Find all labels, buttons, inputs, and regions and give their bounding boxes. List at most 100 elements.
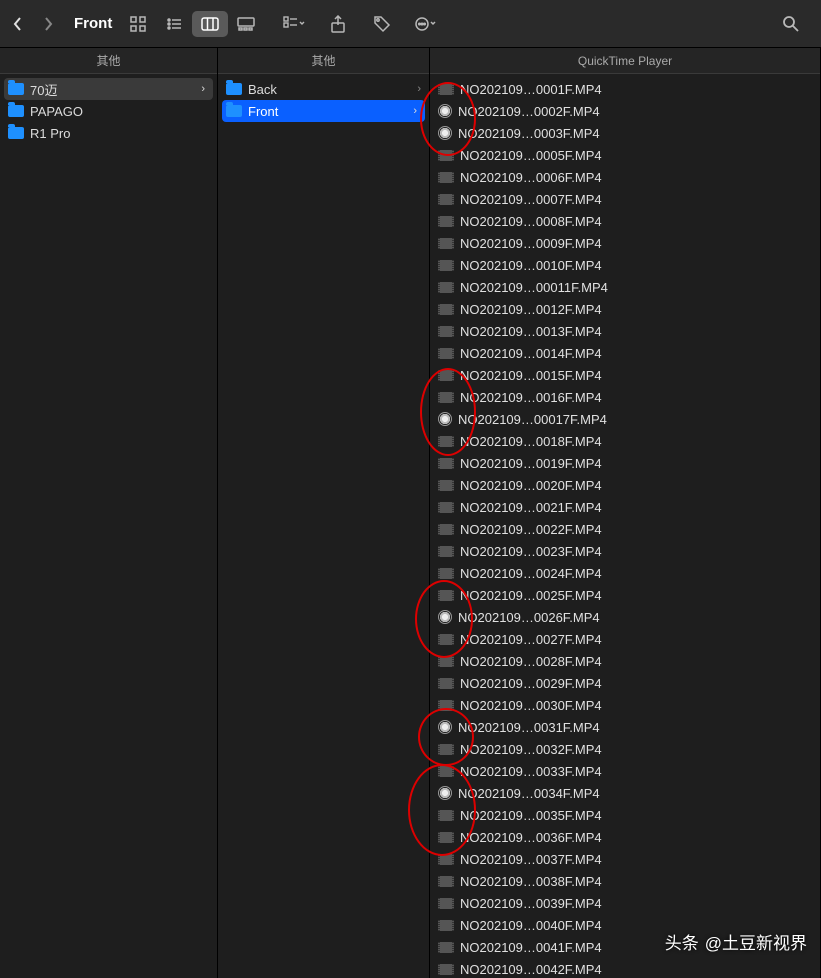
file-item[interactable]: NO202109…0030F.MP4 <box>430 694 820 716</box>
file-item[interactable]: NO202109…0008F.MP4 <box>430 210 820 232</box>
file-item[interactable]: NO202109…0020F.MP4 <box>430 474 820 496</box>
quicktime-icon <box>438 412 452 426</box>
video-icon <box>438 282 454 293</box>
quicktime-icon <box>438 786 452 800</box>
video-icon <box>438 238 454 249</box>
file-item[interactable]: NO202109…0006F.MP4 <box>430 166 820 188</box>
file-label: NO202109…0038F.MP4 <box>460 874 812 889</box>
column-browser: 其他 70迈›PAPAGOR1 Pro 其他 Back›Front› Quick… <box>0 48 821 978</box>
folder-item[interactable]: 70迈› <box>4 78 213 100</box>
forward-button[interactable] <box>38 14 58 34</box>
file-item[interactable]: NO202109…0005F.MP4 <box>430 144 820 166</box>
column-2-list[interactable]: Back › Front› <box>218 74 429 978</box>
file-label: NO202109…00011F.MP4 <box>460 280 812 295</box>
icon-view-button[interactable] <box>120 11 156 37</box>
video-icon <box>438 458 454 469</box>
file-label: NO202109…00017F.MP4 <box>458 412 812 427</box>
file-item[interactable]: NO202109…0038F.MP4 <box>430 870 820 892</box>
file-label: NO202109…0009F.MP4 <box>460 236 812 251</box>
file-item[interactable]: NO202109…0024F.MP4 <box>430 562 820 584</box>
file-item[interactable]: NO202109…0019F.MP4 <box>430 452 820 474</box>
folder-item[interactable]: Front› <box>222 100 425 122</box>
folder-label: PAPAGO <box>30 104 209 119</box>
folder-label: Back <box>248 82 411 97</box>
file-item[interactable]: NO202109…0013F.MP4 <box>430 320 820 342</box>
file-label: NO202109…0014F.MP4 <box>460 346 812 361</box>
file-item[interactable]: NO202109…00017F.MP4 <box>430 408 820 430</box>
back-button[interactable] <box>8 14 28 34</box>
folder-item[interactable]: R1 Pro <box>0 122 217 144</box>
share-button[interactable] <box>322 10 354 38</box>
file-item[interactable]: NO202109…0027F.MP4 <box>430 628 820 650</box>
video-icon <box>438 920 454 931</box>
actions-button[interactable] <box>410 10 442 38</box>
video-icon <box>438 392 454 403</box>
column-view-button[interactable] <box>192 11 228 37</box>
file-item[interactable]: NO202109…0036F.MP4 <box>430 826 820 848</box>
file-label: NO202109…0019F.MP4 <box>460 456 812 471</box>
file-item[interactable]: NO202109…00011F.MP4 <box>430 276 820 298</box>
list-view-button[interactable] <box>156 11 192 37</box>
file-item[interactable]: NO202109…0041F.MP4 <box>430 936 820 958</box>
video-icon <box>438 370 454 381</box>
file-label: NO202109…0023F.MP4 <box>460 544 812 559</box>
video-icon <box>438 876 454 887</box>
file-item[interactable]: NO202109…0023F.MP4 <box>430 540 820 562</box>
file-item[interactable]: NO202109…0029F.MP4 <box>430 672 820 694</box>
file-item[interactable]: NO202109…0021F.MP4 <box>430 496 820 518</box>
file-item[interactable]: NO202109…0018F.MP4 <box>430 430 820 452</box>
file-label: NO202109…0024F.MP4 <box>460 566 812 581</box>
file-item[interactable]: NO202109…0012F.MP4 <box>430 298 820 320</box>
file-item[interactable]: NO202109…0003F.MP4 <box>430 122 820 144</box>
file-item[interactable]: NO202109…0031F.MP4 <box>430 716 820 738</box>
file-item[interactable]: NO202109…0014F.MP4 <box>430 342 820 364</box>
folder-item[interactable]: Back › <box>218 78 429 100</box>
video-icon <box>438 942 454 953</box>
file-item[interactable]: NO202109…0015F.MP4 <box>430 364 820 386</box>
video-icon <box>438 832 454 843</box>
file-item[interactable]: NO202109…0009F.MP4 <box>430 232 820 254</box>
file-label: NO202109…0025F.MP4 <box>460 588 812 603</box>
video-icon <box>438 260 454 271</box>
column-3-list[interactable]: NO202109…0001F.MP4 NO202109…0002F.MP4 NO20… <box>430 74 820 978</box>
file-label: NO202109…0029F.MP4 <box>460 676 812 691</box>
search-button[interactable] <box>775 10 807 38</box>
gallery-view-button[interactable] <box>228 11 264 37</box>
file-item[interactable]: NO202109…0039F.MP4 <box>430 892 820 914</box>
file-label: NO202109…0002F.MP4 <box>458 104 812 119</box>
chevron-right-icon: › <box>201 83 205 95</box>
file-label: NO202109…0028F.MP4 <box>460 654 812 669</box>
file-item[interactable]: NO202109…0037F.MP4 <box>430 848 820 870</box>
file-item[interactable]: NO202109…0028F.MP4 <box>430 650 820 672</box>
file-item[interactable]: NO202109…0025F.MP4 <box>430 584 820 606</box>
file-item[interactable]: NO202109…0001F.MP4 <box>430 78 820 100</box>
file-item[interactable]: NO202109…0032F.MP4 <box>430 738 820 760</box>
file-label: NO202109…0012F.MP4 <box>460 302 812 317</box>
file-label: NO202109…0037F.MP4 <box>460 852 812 867</box>
file-item[interactable]: NO202109…0002F.MP4 <box>430 100 820 122</box>
column-1-list[interactable]: 70迈› PAPAGO R1 Pro <box>0 74 217 978</box>
chevron-right-icon: › <box>417 83 421 95</box>
file-item[interactable]: NO202109…0026F.MP4 <box>430 606 820 628</box>
file-item[interactable]: NO202109…0033F.MP4 <box>430 760 820 782</box>
video-icon <box>438 700 454 711</box>
file-item[interactable]: NO202109…0042F.MP4 <box>430 958 820 978</box>
file-label: NO202109…0013F.MP4 <box>460 324 812 339</box>
file-label: NO202109…0006F.MP4 <box>460 170 812 185</box>
file-item[interactable]: NO202109…0022F.MP4 <box>430 518 820 540</box>
column-3-header: QuickTime Player <box>430 48 820 74</box>
file-item[interactable]: NO202109…0016F.MP4 <box>430 386 820 408</box>
file-label: NO202109…0010F.MP4 <box>460 258 812 273</box>
group-by-button[interactable] <box>278 10 310 38</box>
folder-icon <box>8 83 24 95</box>
file-label: NO202109…0031F.MP4 <box>458 720 812 735</box>
file-item[interactable]: NO202109…0040F.MP4 <box>430 914 820 936</box>
file-item[interactable]: NO202109…0035F.MP4 <box>430 804 820 826</box>
file-item[interactable]: NO202109…0007F.MP4 <box>430 188 820 210</box>
file-label: NO202109…0036F.MP4 <box>460 830 812 845</box>
file-item[interactable]: NO202109…0010F.MP4 <box>430 254 820 276</box>
tags-button[interactable] <box>366 10 398 38</box>
folder-item[interactable]: PAPAGO <box>0 100 217 122</box>
file-item[interactable]: NO202109…0034F.MP4 <box>430 782 820 804</box>
file-label: NO202109…0022F.MP4 <box>460 522 812 537</box>
